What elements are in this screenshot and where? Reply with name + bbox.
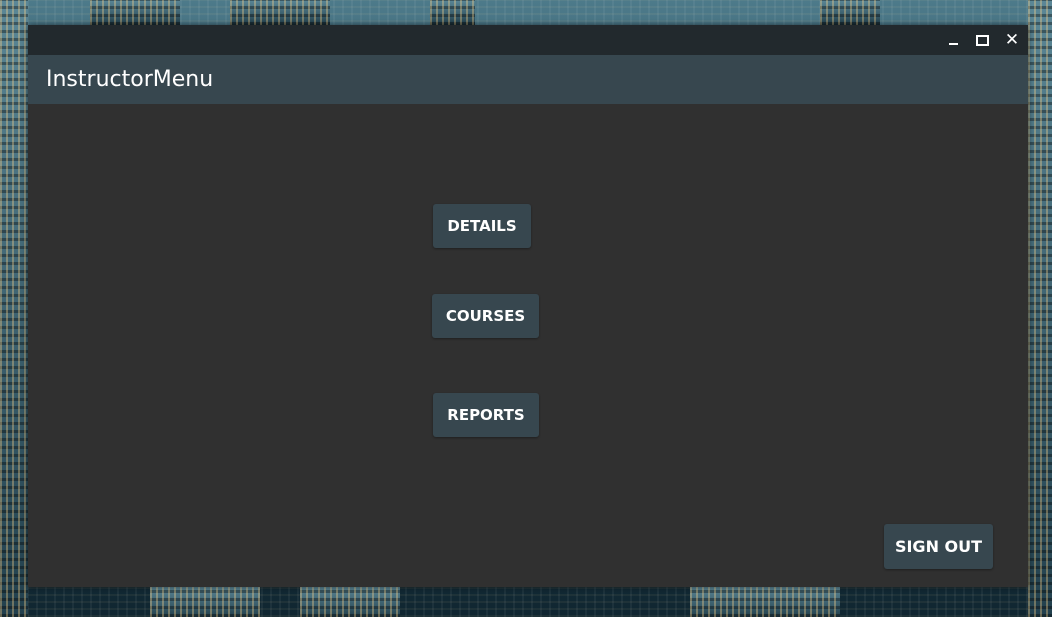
wallpaper-building	[0, 0, 28, 617]
maximize-icon	[975, 34, 989, 46]
page-title: InstructorMenu	[46, 67, 214, 92]
wallpaper-building	[150, 587, 260, 617]
wallpaper-building	[1028, 0, 1052, 617]
window-titlebar[interactable]: ✕	[28, 25, 1028, 55]
wallpaper-building	[230, 0, 330, 25]
close-icon: ✕	[1004, 30, 1020, 50]
minimize-button[interactable]	[943, 30, 963, 50]
wallpaper-building	[90, 0, 180, 25]
wallpaper-building	[300, 587, 400, 617]
instructor-menu-window: ✕ InstructorMenu DETAILS COURSES REPORTS…	[28, 25, 1028, 587]
details-button[interactable]: DETAILS	[433, 204, 531, 248]
maximize-button[interactable]	[972, 30, 992, 50]
sign-out-button[interactable]: SIGN OUT	[884, 524, 993, 569]
courses-button[interactable]: COURSES	[432, 294, 539, 338]
wallpaper-building	[820, 0, 880, 25]
app-header: InstructorMenu	[28, 55, 1028, 104]
close-button[interactable]: ✕	[1002, 30, 1022, 50]
reports-button[interactable]: REPORTS	[433, 393, 539, 437]
wallpaper-building	[430, 0, 475, 25]
minimize-icon	[948, 43, 958, 45]
wallpaper-building	[690, 587, 840, 617]
